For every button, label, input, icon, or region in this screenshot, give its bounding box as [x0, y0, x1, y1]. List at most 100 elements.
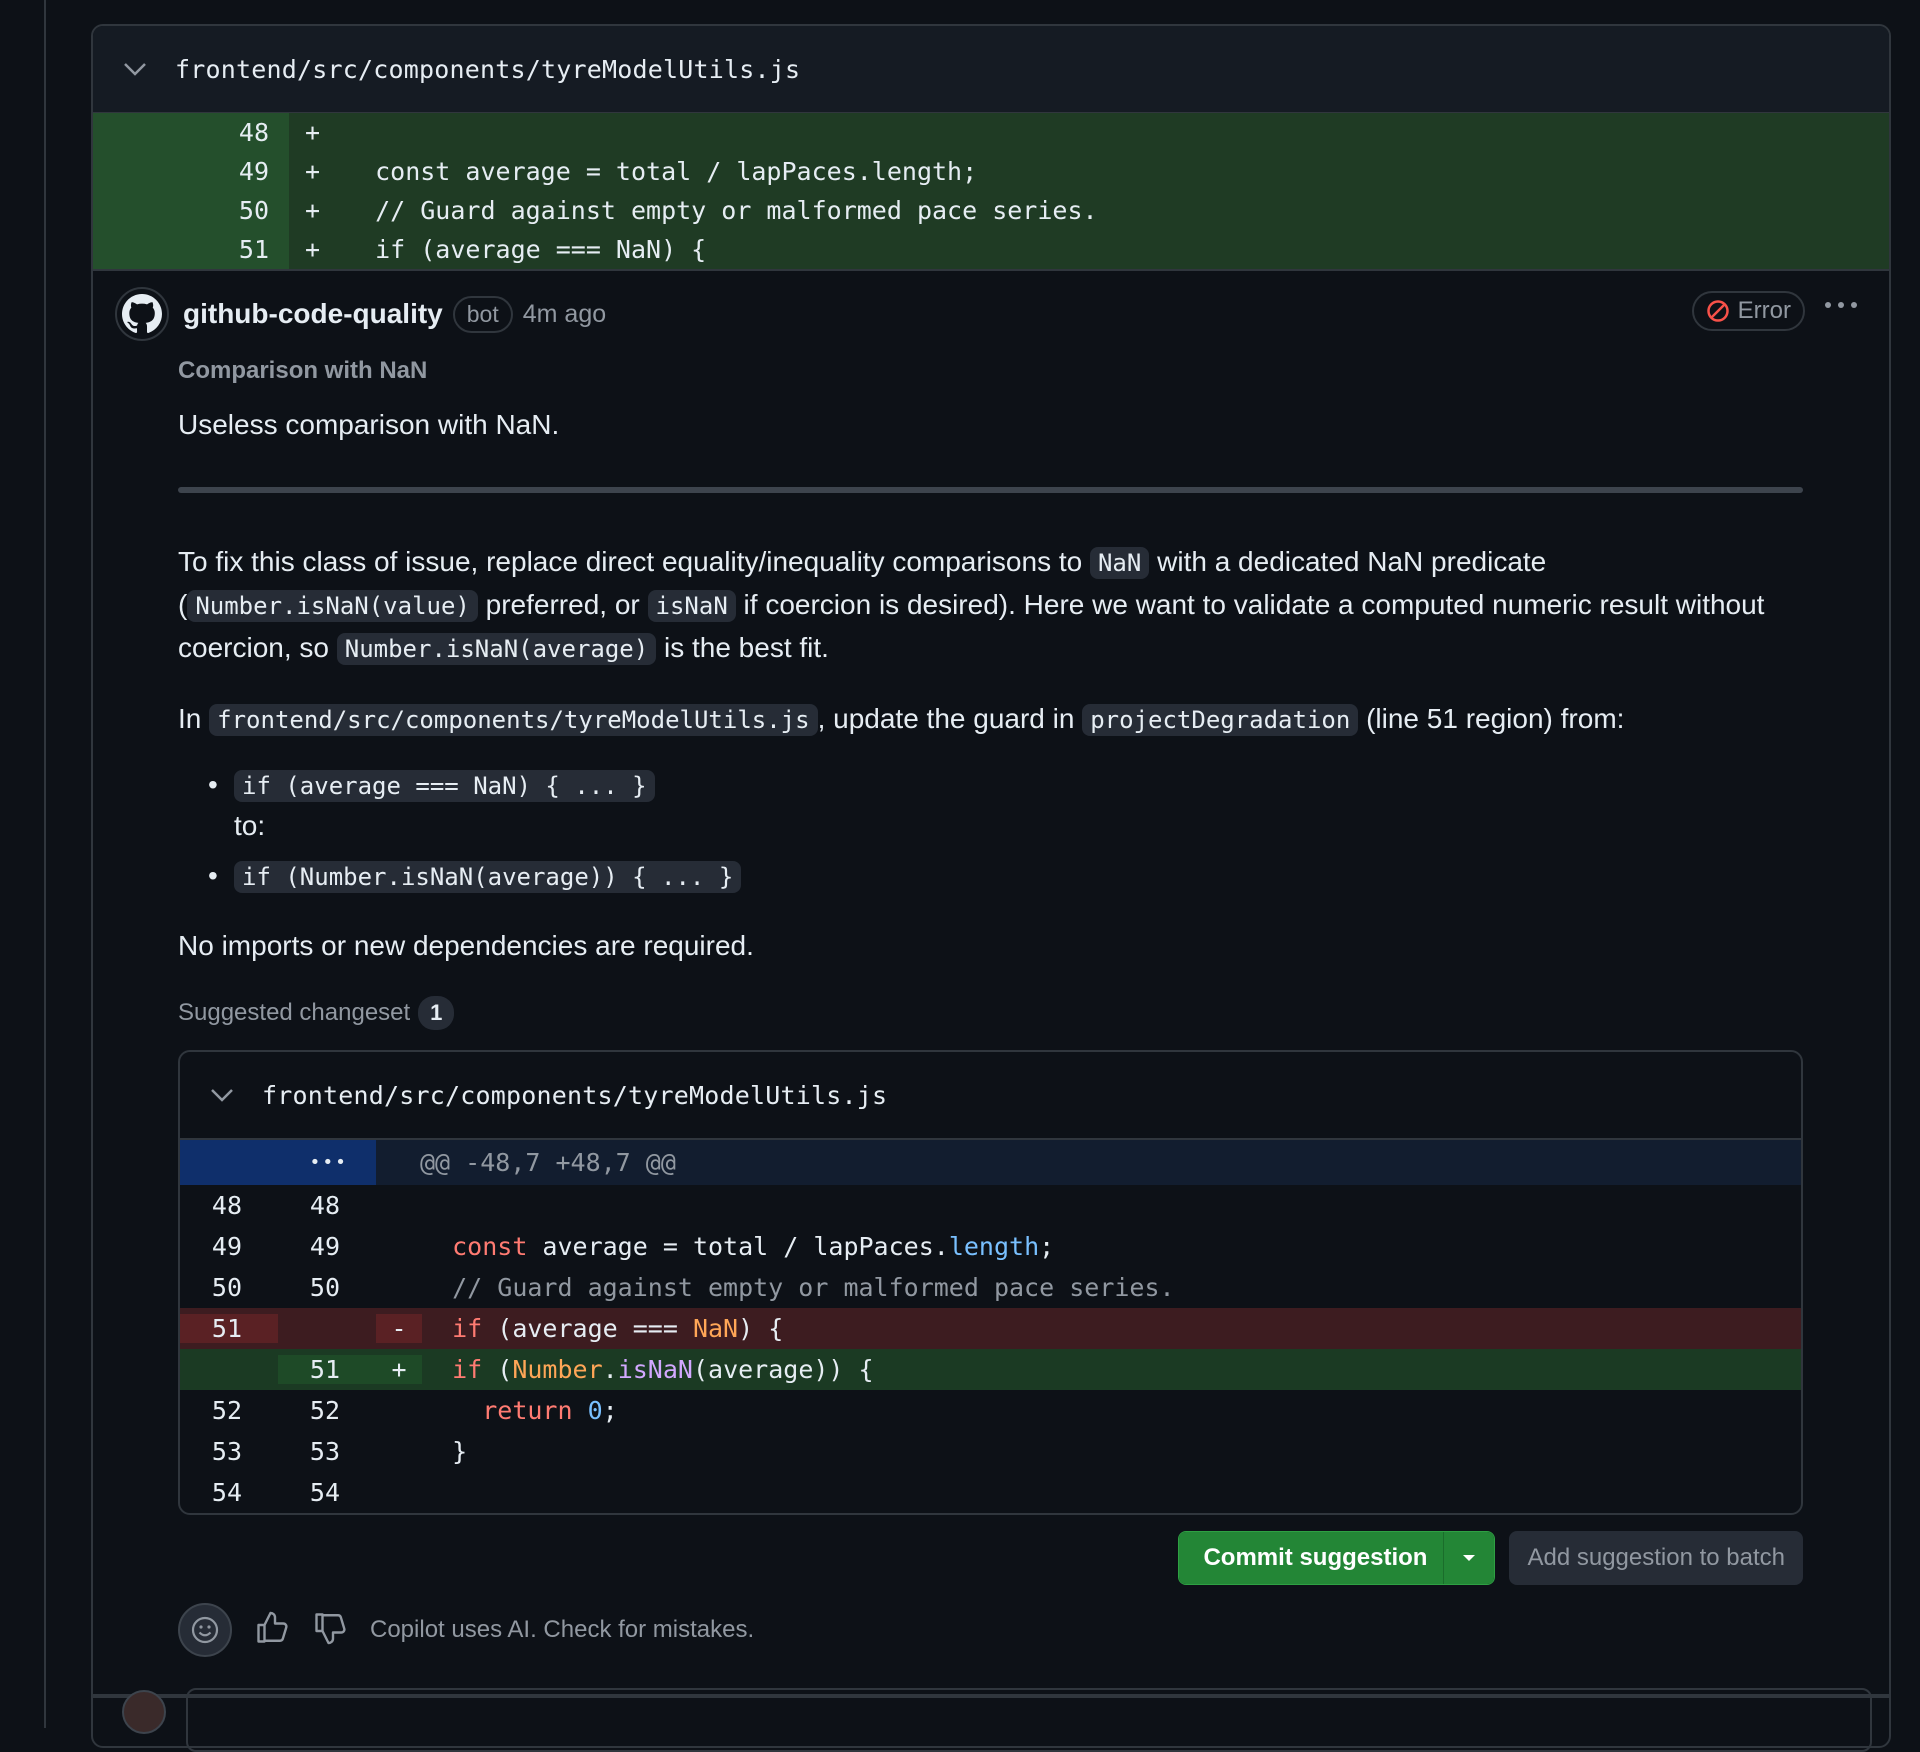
inline-code: Number.isNaN(value) [187, 590, 478, 622]
code-line: } [422, 1437, 1801, 1466]
old-line-number[interactable]: 48 [180, 1191, 278, 1220]
changeset-file-header: frontend/src/components/tyreModelUtils.j… [180, 1052, 1801, 1140]
diff-sign: + [305, 196, 321, 225]
ai-disclaimer: Copilot uses AI. Check for mistakes. [370, 1616, 755, 1643]
add-to-batch-button[interactable]: Add suggestion to batch [1509, 1531, 1803, 1585]
file-path[interactable]: frontend/src/components/tyreModelUtils.j… [175, 55, 800, 84]
github-logo-avatar[interactable] [115, 287, 169, 341]
old-line-number[interactable]: 53 [180, 1437, 278, 1466]
commit-options-dropdown[interactable] [1443, 1532, 1495, 1584]
inline-code: if (Number.isNaN(average)) { ... } [234, 861, 742, 893]
new-line-number[interactable]: 52 [278, 1396, 376, 1425]
smiley-icon [191, 1616, 219, 1644]
code-line: // Guard against empty or malformed pace… [422, 1273, 1801, 1302]
inline-code: projectDegradation [1082, 704, 1359, 736]
code-comment: // Guard against empty or malformed pace… [452, 1273, 1175, 1302]
more-options-icon[interactable] [1823, 297, 1859, 315]
new-line-number[interactable]: 48 [278, 1191, 376, 1220]
function-name: isNaN [617, 1355, 693, 1384]
comment-author[interactable]: github-code-quality [183, 298, 443, 330]
old-line-number[interactable]: 54 [180, 1478, 278, 1507]
old-line-number[interactable]: 51 [180, 1314, 278, 1343]
new-line-number[interactable]: 53 [278, 1437, 376, 1466]
diff-sign: + [305, 118, 321, 147]
reply-input[interactable] [186, 1688, 1872, 1752]
old-line-number[interactable]: 52 [180, 1396, 278, 1425]
code-text: average = total / lapPaces. [527, 1232, 949, 1261]
text: In [178, 703, 210, 734]
instruction-paragraph: In frontend/src/components/tyreModelUtil… [178, 698, 1803, 741]
changeset-count: 1 [418, 996, 455, 1030]
thumbs-up-icon[interactable] [254, 1610, 290, 1651]
hunk-header: ••• @@ -48,7 +48,7 @@ [180, 1140, 1801, 1185]
diff-line: 49 49 const average = total / lapPaces.l… [180, 1226, 1801, 1267]
old-line-number[interactable]: 49 [180, 1232, 278, 1261]
comment-footer: Copilot uses AI. Check for mistakes. [178, 1603, 1803, 1657]
chevron-down-icon[interactable] [105, 62, 165, 76]
number-literal: 0 [587, 1396, 603, 1425]
code-line: // Guard against empty or malformed pace… [345, 196, 1098, 225]
code-text: (average)) { [692, 1355, 874, 1384]
list-text: to: [234, 810, 266, 841]
diff-sign: + [376, 1355, 422, 1384]
expand-hunk-icon[interactable]: ••• [180, 1140, 376, 1185]
diff-sign: + [305, 157, 321, 186]
commit-suggestion-button[interactable]: Commit suggestion [1179, 1532, 1444, 1584]
text: To fix this class of issue, replace dire… [178, 546, 1090, 577]
code-line: return 0; [422, 1396, 1801, 1425]
inline-code: frontend/src/components/tyreModelUtils.j… [209, 704, 818, 736]
line-number[interactable]: 50 [93, 191, 289, 230]
keyword: return [482, 1396, 573, 1425]
line-number[interactable]: 48 [93, 113, 289, 152]
property: length [948, 1232, 1040, 1261]
reply-avatar[interactable] [122, 1690, 166, 1734]
suggestion-actions: Commit suggestion Add suggestion to batc… [178, 1531, 1803, 1585]
code-text: } [452, 1437, 468, 1466]
object-name: Number [512, 1355, 603, 1384]
code-text: ; [1039, 1232, 1055, 1261]
code-line: const average = total / lapPaces.length; [422, 1232, 1801, 1261]
diff-line: 48 + [93, 113, 1889, 152]
hunk-range: @@ -48,7 +48,7 @@ [420, 1148, 676, 1177]
add-reaction-button[interactable] [178, 1603, 232, 1657]
diff-line: 49 + const average = total / lapPaces.le… [93, 152, 1889, 191]
changeset-title: Suggested changeset [178, 999, 411, 1026]
code-text: ; [602, 1396, 618, 1425]
code-text: . [602, 1355, 618, 1384]
changeset-file-path[interactable]: frontend/src/components/tyreModelUtils.j… [262, 1081, 887, 1110]
diff-sign: - [376, 1314, 422, 1343]
diff-line: 54 54 [180, 1472, 1801, 1513]
diff-line-added: 51 + if (Number.isNaN(average)) { [180, 1349, 1801, 1390]
code-line: const average = total / lapPaces.length; [345, 157, 978, 186]
diff-line-deleted: 51 - if (average === NaN) { [180, 1308, 1801, 1349]
horizontal-rule [178, 487, 1803, 493]
review-comment: github-code-quality bot 4m ago Error Com… [93, 271, 1889, 1657]
review-thread-panel: frontend/src/components/tyreModelUtils.j… [91, 24, 1891, 1748]
new-line-number[interactable]: 49 [278, 1232, 376, 1261]
chevron-down-icon[interactable] [192, 1088, 252, 1102]
new-line-number[interactable]: 51 [278, 1355, 376, 1384]
status-label: Error [1737, 297, 1791, 324]
rule-title: Comparison with NaN [178, 357, 428, 384]
explanation-paragraph: To fix this class of issue, replace dire… [178, 541, 1803, 670]
diff-line: 51 + if (average === NaN) { [93, 230, 1889, 269]
list-item: if (average === NaN) { ... } [208, 765, 1803, 806]
thumbs-down-icon[interactable] [312, 1610, 348, 1651]
code-text: ( [482, 1355, 513, 1384]
comment-timestamp[interactable]: 4m ago [523, 300, 606, 329]
inline-code: isNaN [647, 590, 736, 622]
line-number[interactable]: 51 [93, 230, 289, 269]
new-line-number[interactable]: 54 [278, 1478, 376, 1507]
text: preferred, or [477, 589, 648, 620]
comment-header: github-code-quality bot 4m ago Error [93, 271, 1889, 357]
status-badge: Error [1691, 291, 1805, 331]
ellipsis-glyph: ••• [309, 1152, 348, 1173]
commit-suggestion-button-group: Commit suggestion [1178, 1531, 1496, 1585]
text: is the best fit. [656, 632, 829, 663]
list-item: if (Number.isNaN(average)) { ... } [208, 856, 1803, 897]
new-line-number[interactable]: 50 [278, 1273, 376, 1302]
line-number[interactable]: 49 [93, 152, 289, 191]
diff-line: 48 48 [180, 1185, 1801, 1226]
old-line-number[interactable]: 50 [180, 1273, 278, 1302]
